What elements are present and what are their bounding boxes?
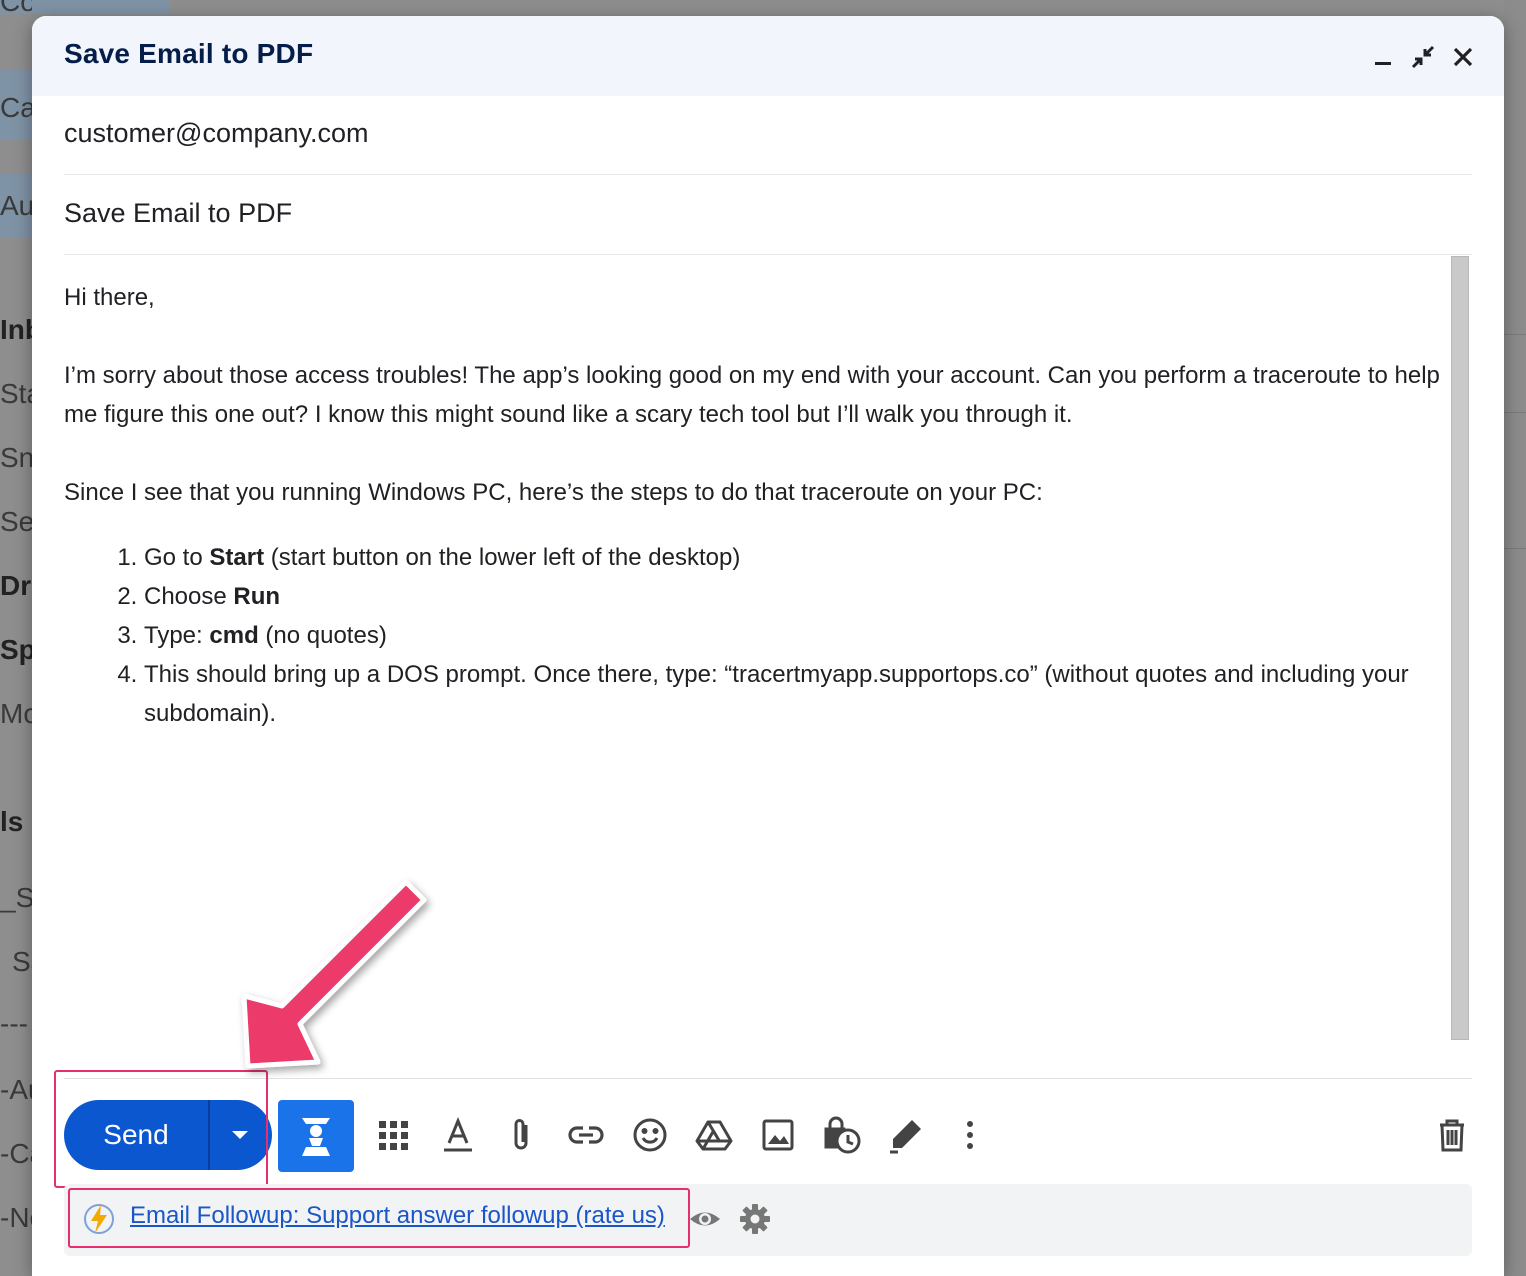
list-item: Type: cmd (no quotes) [144, 616, 1444, 655]
minimize-icon[interactable] [1368, 42, 1398, 72]
to-value: customer@company.com [64, 118, 369, 148]
background-sidebar: Compose Ca Au Inb Sta Sn Se Dra Sp Mo ls… [0, 0, 32, 1276]
sidebar-fragment: -Ca [0, 1138, 32, 1169]
chess-pawn-icon[interactable] [278, 1100, 354, 1172]
more-options-icon[interactable] [950, 1115, 990, 1155]
list-item: Choose Run [144, 577, 1444, 616]
to-field[interactable]: customer@company.com [64, 96, 1472, 175]
sidebar-fragment: Sa [12, 946, 32, 977]
apps-grid-icon[interactable] [374, 1115, 414, 1155]
sidebar-fragment: --- [0, 1008, 28, 1039]
eye-icon[interactable] [688, 1204, 722, 1234]
body-scrollbar[interactable] [1451, 256, 1469, 1040]
sidebar-fragment: Mo [0, 698, 32, 729]
sidebar-fragment: Au [0, 190, 32, 221]
sidebar-fragment: Dra [0, 570, 32, 601]
steps-list: Go to Start (start button on the lower l… [64, 538, 1444, 733]
body-greeting: Hi there, [64, 284, 155, 311]
sidebar-fragment: -Ne [0, 1202, 32, 1233]
attachment-icon[interactable] [502, 1115, 542, 1155]
link-icon[interactable] [566, 1115, 606, 1155]
sidebar-fragment: Sn [0, 442, 32, 473]
text-format-icon[interactable] [438, 1115, 478, 1155]
drive-icon[interactable] [694, 1115, 734, 1155]
exit-fullscreen-icon[interactable] [1408, 42, 1438, 72]
body-paragraph: I’m sorry about those access troubles! T… [64, 362, 1440, 428]
sidebar-fragment: ls [0, 806, 24, 837]
subject-value: Save Email to PDF [64, 198, 293, 228]
body-paragraph: Since I see that you running Windows PC,… [64, 479, 1043, 506]
sidebar-fragment: Se [0, 506, 32, 537]
compose-title: Save Email to PDF [64, 38, 314, 69]
send-highlight-box [54, 1070, 268, 1188]
signature-pen-icon[interactable] [886, 1115, 926, 1155]
image-icon[interactable] [758, 1115, 798, 1155]
emoji-icon[interactable] [630, 1115, 670, 1155]
sidebar-fragment: Ca [0, 92, 32, 123]
sidebar-fragment: -Au [0, 1074, 32, 1105]
sidebar-fragment: Sta [0, 378, 32, 409]
toolbar-divider [64, 1078, 1472, 1079]
sidebar-fragment: _Su [0, 882, 32, 913]
list-item: This should bring up a DOS prompt. Once … [144, 655, 1444, 733]
sidebar-fragment: Inb [0, 314, 32, 345]
sidebar-fragment: Sp [0, 634, 32, 665]
close-icon[interactable] [1448, 42, 1478, 72]
trash-icon[interactable] [1432, 1115, 1472, 1155]
sidebar-fragment: Compose [0, 0, 32, 17]
message-body[interactable]: Hi there, I’m sorry about those access t… [64, 278, 1444, 733]
background-message-list [1504, 0, 1526, 1276]
list-item: Go to Start (start button on the lower l… [144, 538, 1444, 577]
followup-highlight-box [68, 1188, 690, 1248]
gear-icon[interactable] [738, 1202, 772, 1236]
compose-window: Save Email to PDF customer@company.com S… [32, 16, 1504, 1276]
subject-field[interactable]: Save Email to PDF [64, 176, 1472, 255]
schedule-lock-icon[interactable] [822, 1115, 862, 1155]
compose-titlebar: Save Email to PDF [32, 16, 1504, 96]
